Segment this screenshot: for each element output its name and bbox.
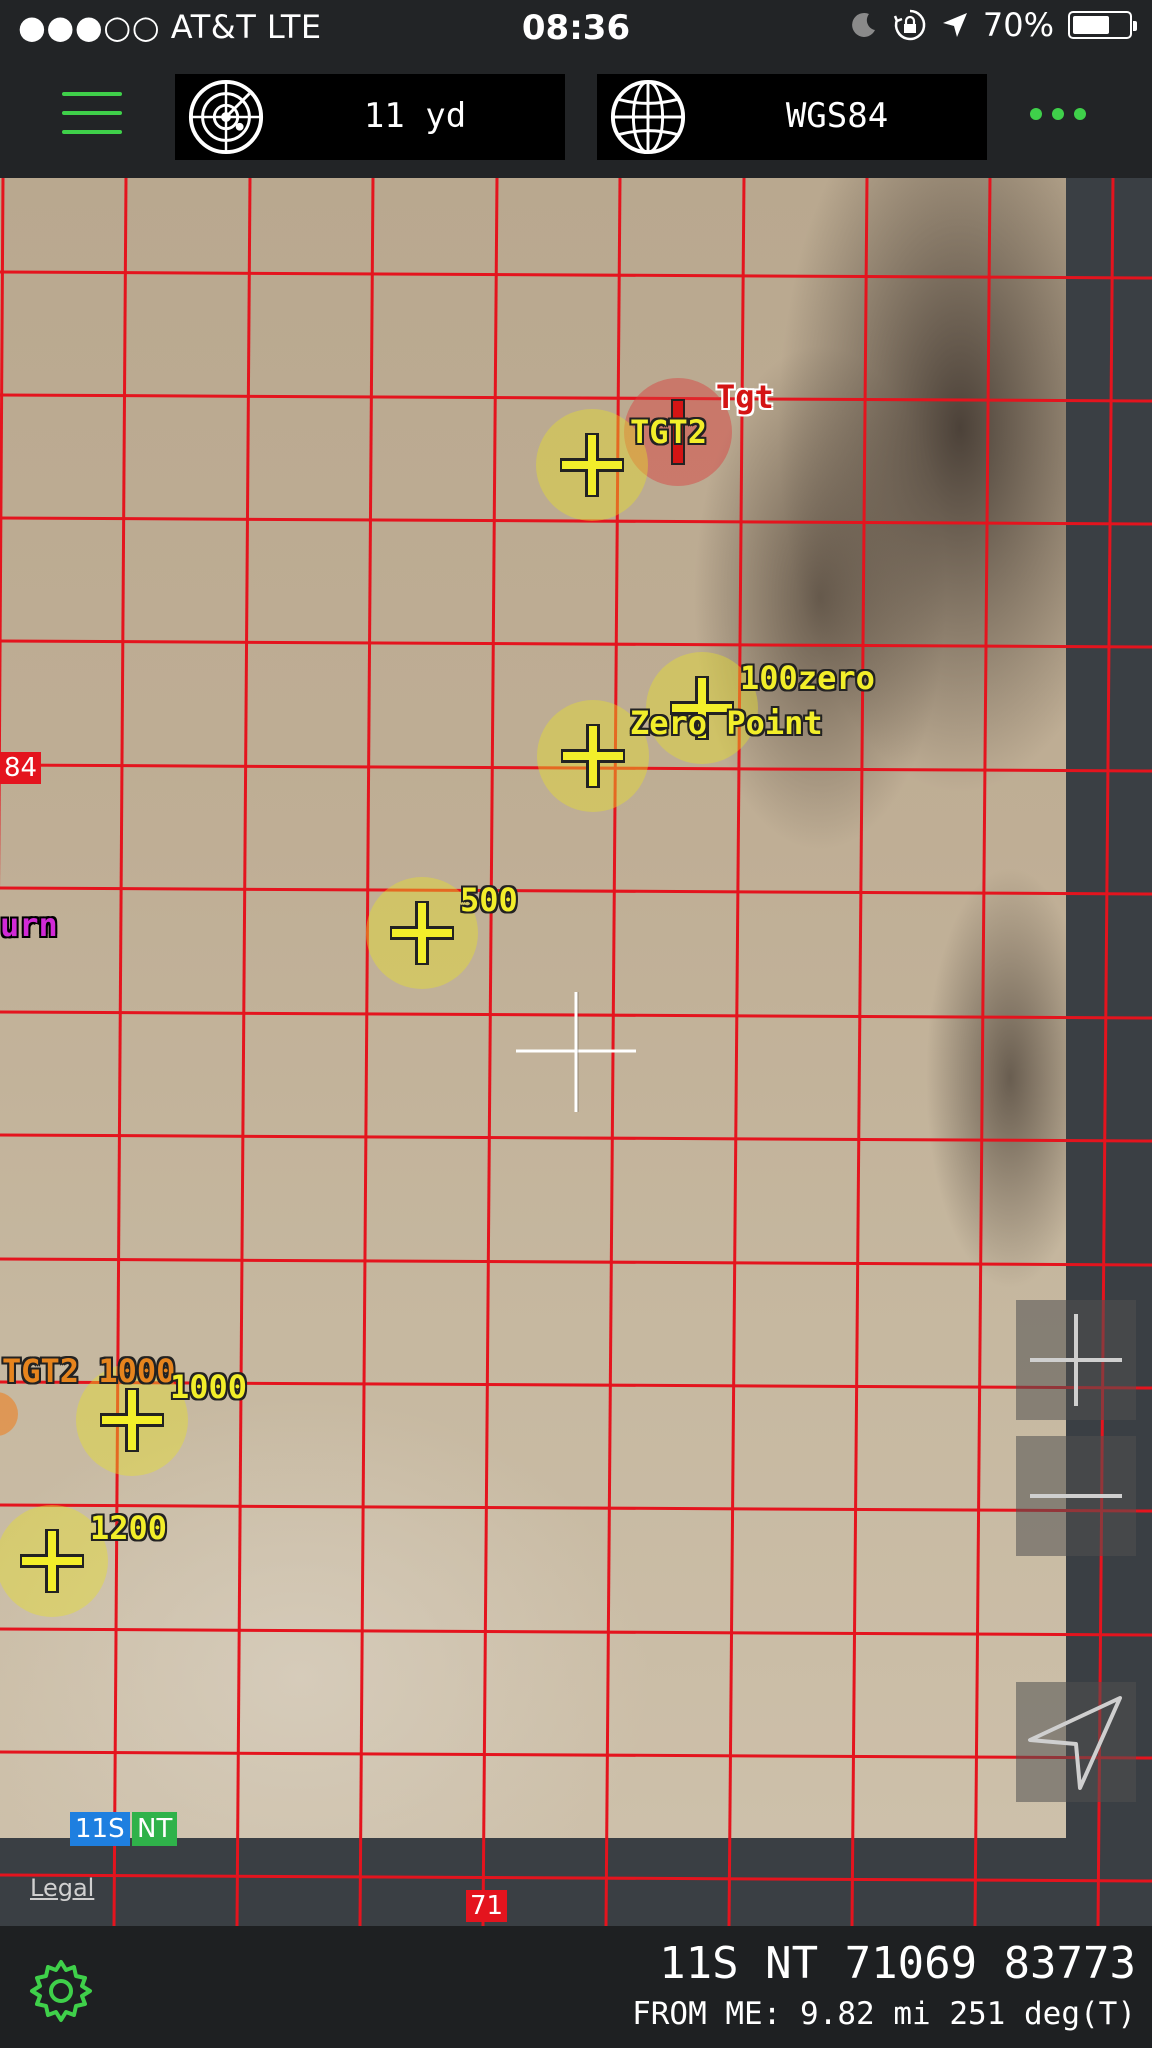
zoom-out-button[interactable] [1016,1436,1136,1556]
zoom-out-icon [1030,1494,1122,1498]
zoom-in-icon [1030,1314,1122,1406]
more-icon [1030,108,1042,120]
marker-tgt2-1000[interactable] [0,1392,18,1436]
datum-value: WGS84 [785,96,889,136]
datum-field[interactable]: WGS84 [597,74,987,160]
marker-label-tgt2: TGT2 [630,413,708,451]
marker-label-1000: 1000 [170,1368,248,1406]
grid-label-left: 84 [0,752,42,784]
location-arrow-icon [942,13,967,37]
more-button[interactable] [1030,108,1086,120]
mgrs-coordinate: 11S NT 71069 83773 [659,1938,1136,1989]
marker-label-zero-point: Zero Point [630,704,823,742]
moon-icon [851,12,875,37]
map-view[interactable]: Tgt TGT2 100zero Zero Point 500 urn TGT2… [0,178,1152,1926]
range-field[interactable]: 11 yd [175,74,565,160]
distance-from-me: FROM ME: 9.82 mi 251 deg(T) [632,1996,1136,2032]
gear-icon[interactable] [28,1958,94,2024]
marker-label-100zero: 100zero [740,659,875,697]
top-toolbar: 11 yd WGS84 [0,60,1152,178]
battery-icon [1068,11,1137,39]
menu-button[interactable] [62,92,122,140]
grid-label-bottom: 71 [466,1890,508,1922]
marker-label-turn: urn [0,906,58,944]
range-value: 11 yd [363,96,467,136]
battery-percent: 70% [982,6,1054,44]
status-icons: 70% [849,6,1137,44]
bottom-bar: 11S NT 71069 83773 FROM ME: 9.82 mi 251 … [0,1926,1152,2048]
marker-label-tgt: Tgt [716,378,774,416]
globe-icon [610,79,686,155]
navigation-arrow-icon [1028,1696,1122,1790]
zone-gzd-badge: 11S [70,1812,130,1846]
legal-link[interactable]: Legal [30,1874,94,1902]
rotation-lock-icon [893,9,926,41]
locate-me-button[interactable] [1016,1682,1136,1802]
marker-label-1200: 1200 [90,1509,168,1547]
status-bar: ●●●○○ AT&T LTE 08:36 70% [0,0,1152,60]
battery-level [1073,16,1109,34]
zoom-in-button[interactable] [1016,1300,1136,1420]
marker-label-tgt2-1000: TGT2 1000 [2,1352,176,1390]
map-overlay [0,178,1152,1926]
menu-icon [62,92,122,96]
radar-icon [188,79,264,155]
zone-square-badge: NT [132,1812,178,1846]
crosshair-icon [516,992,636,1112]
marker-label-500: 500 [460,881,518,919]
